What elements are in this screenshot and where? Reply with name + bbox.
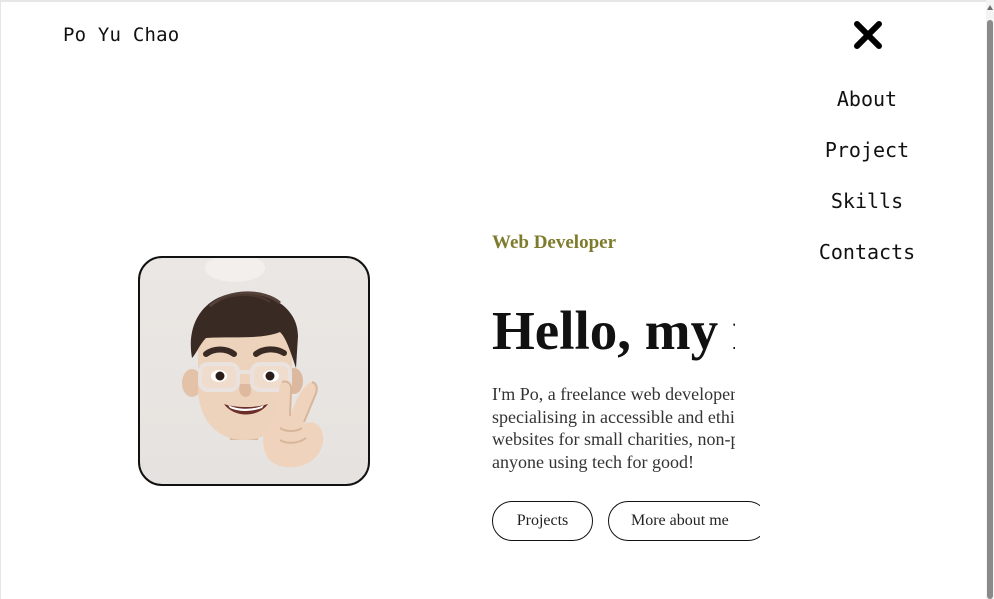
more-about-me-button[interactable]: More about me [608, 501, 760, 541]
nav-item-about[interactable]: About [837, 84, 897, 135]
scroll-up-arrow-icon[interactable] [987, 5, 993, 10]
avatar [138, 256, 370, 486]
projects-button[interactable]: Projects [492, 501, 593, 541]
scrollbar-thumb[interactable] [987, 20, 993, 599]
memoji-avatar-icon [182, 258, 324, 468]
window-left-border [0, 0, 1, 599]
close-menu-button[interactable] [851, 18, 885, 52]
site-logo[interactable]: Po Yu Chao [63, 24, 179, 46]
nav-item-project[interactable]: Project [825, 135, 909, 186]
nav-item-contacts[interactable]: Contacts [819, 237, 915, 288]
role-label: Web Developer [492, 232, 617, 253]
intro-text: I'm Po, a freelance web developer specia… [492, 384, 735, 472]
nav-menu: About Project Skills Contacts [790, 84, 944, 288]
hero-title: Hello, my name is Po [492, 300, 735, 361]
hero-buttons: Projects More about me [492, 501, 760, 549]
close-x-icon [854, 21, 882, 49]
window-top-border [0, 0, 994, 2]
nav-item-skills[interactable]: Skills [831, 186, 903, 237]
